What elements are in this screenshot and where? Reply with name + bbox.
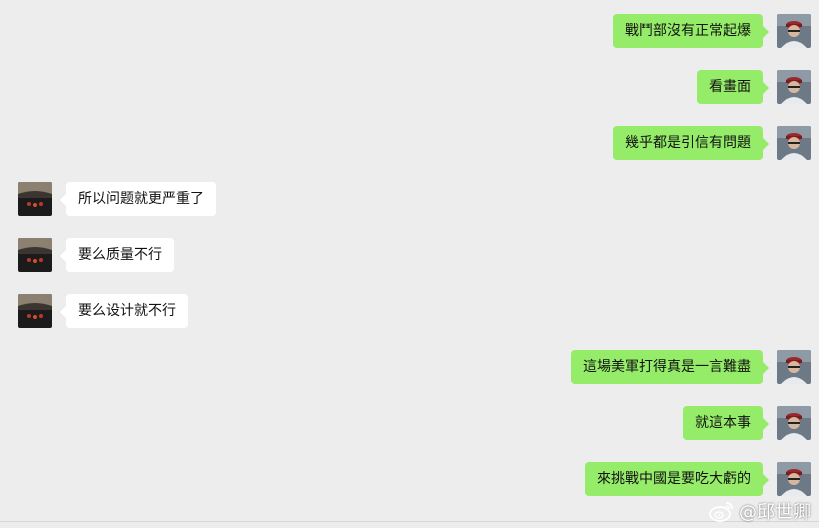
weibo-icon [709,502,733,522]
self-avatar-icon [777,126,811,160]
self-avatar-icon [777,70,811,104]
self-avatar-icon [777,462,811,496]
message-row-outgoing: 幾乎都是引信有問題 [613,125,811,161]
self-avatar[interactable] [777,70,811,104]
message-row-outgoing: 來挑戰中國是要吃大虧的 [585,461,811,497]
watermark: @邱世卿 [709,498,811,524]
self-avatar[interactable] [777,14,811,48]
message-row-outgoing: 戰鬥部沒有正常起爆 [613,13,811,49]
incoming-message-bubble[interactable]: 要么质量不行 [60,238,174,272]
contact-avatar[interactable] [18,238,52,272]
self-avatar[interactable] [777,406,811,440]
outgoing-message-bubble[interactable]: 這場美軍打得真是一言難盡 [571,350,769,384]
incoming-message-bubble[interactable]: 要么设计就不行 [60,294,188,328]
contact-avatar[interactable] [18,182,52,216]
message-row-incoming: 所以问题就更严重了 [18,181,216,217]
watermark-text: @邱世卿 [739,502,811,523]
self-avatar-icon [777,406,811,440]
outgoing-message-bubble[interactable]: 看畫面 [697,70,769,104]
message-row-outgoing: 就這本事 [683,405,811,441]
outgoing-message-bubble[interactable]: 就這本事 [683,406,769,440]
self-avatar-icon [777,350,811,384]
chat-window: 戰鬥部沒有正常起爆 看畫面 幾乎都是引信有問題 所以问题就更严重了 要么质量不行… [0,0,819,528]
contact-avatar-icon [18,294,52,328]
message-row-outgoing: 這場美軍打得真是一言難盡 [571,349,811,385]
contact-avatar-icon [18,182,52,216]
contact-avatar[interactable] [18,294,52,328]
contact-avatar-icon [18,238,52,272]
message-row-incoming: 要么质量不行 [18,237,174,273]
self-avatar[interactable] [777,126,811,160]
self-avatar[interactable] [777,462,811,496]
outgoing-message-bubble[interactable]: 戰鬥部沒有正常起爆 [613,14,769,48]
outgoing-message-bubble[interactable]: 幾乎都是引信有問題 [613,126,769,160]
outgoing-message-bubble[interactable]: 來挑戰中國是要吃大虧的 [585,462,769,496]
message-row-outgoing: 看畫面 [697,69,811,105]
self-avatar[interactable] [777,350,811,384]
incoming-message-bubble[interactable]: 所以问题就更严重了 [60,182,216,216]
self-avatar-icon [777,14,811,48]
divider [0,521,819,522]
message-row-incoming: 要么设计就不行 [18,293,188,329]
